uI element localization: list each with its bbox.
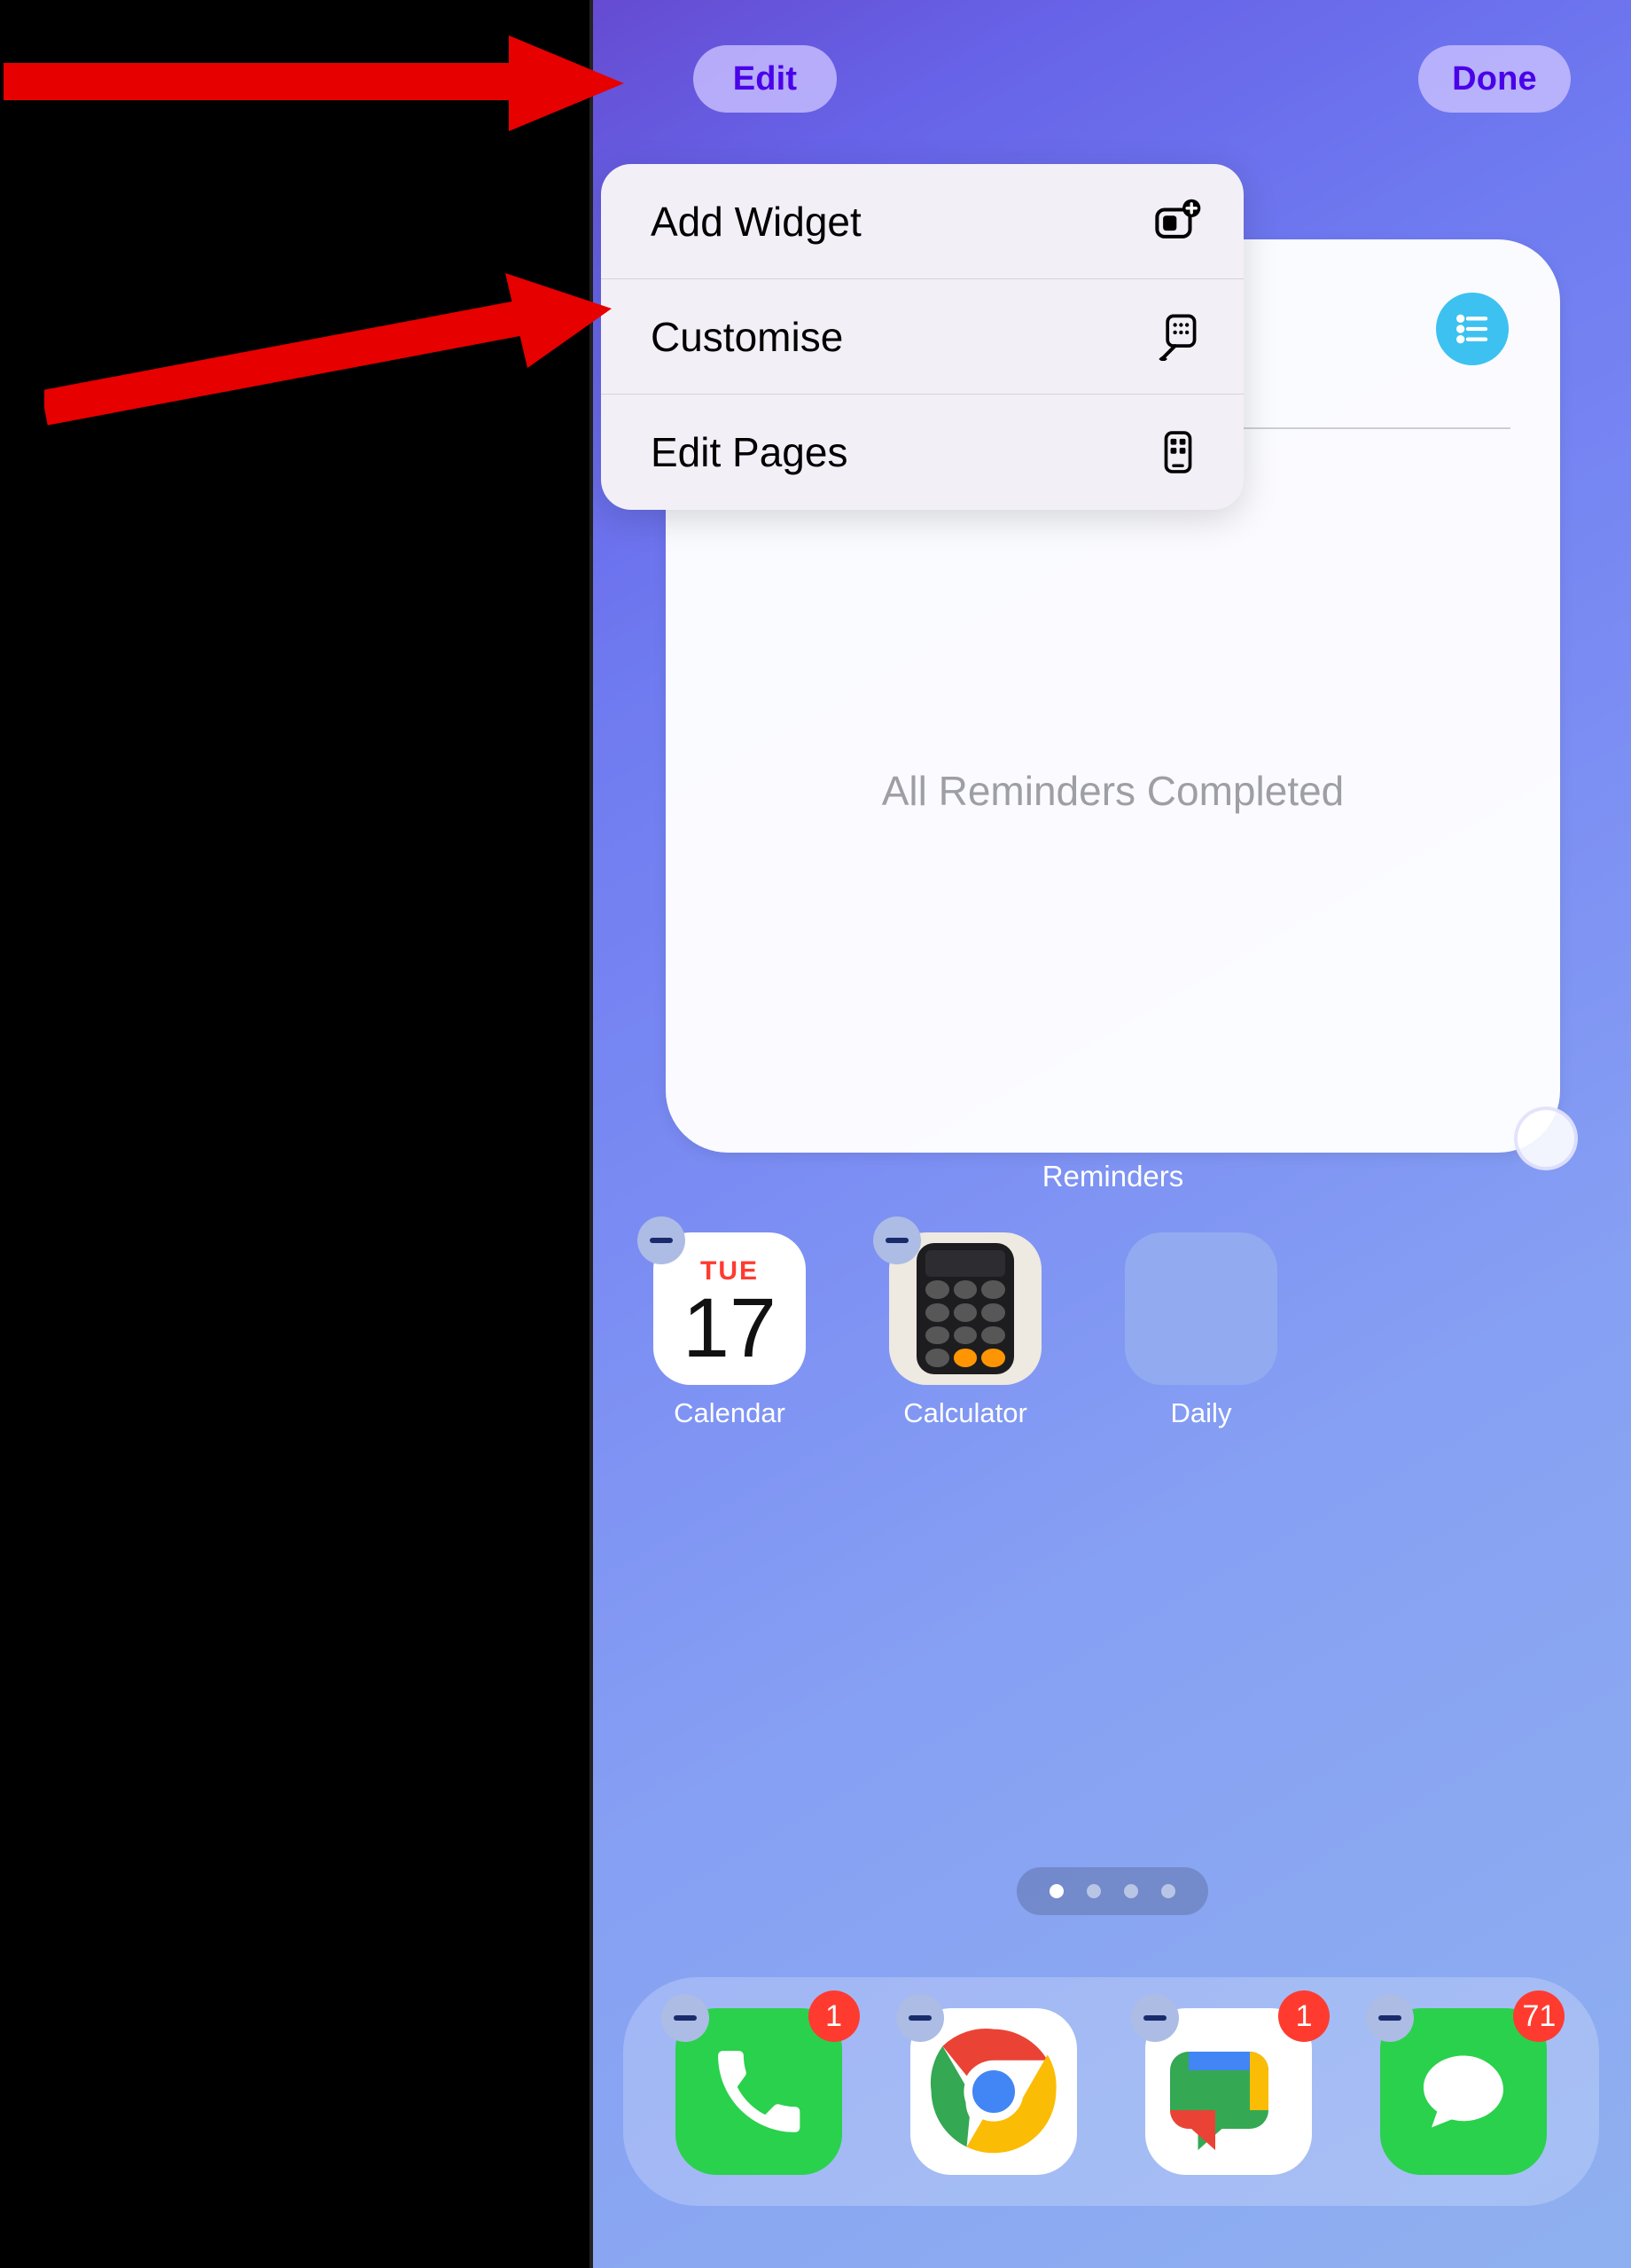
notification-badge: 1 <box>808 1990 860 2042</box>
reminders-list-icon <box>1436 293 1509 365</box>
edit-pages-icon <box>1152 426 1204 478</box>
app-calendar[interactable]: TUE 17 Calendar <box>653 1232 806 1429</box>
app-daily[interactable]: Daily <box>1125 1232 1277 1429</box>
menu-item-add-widget[interactable]: Add Widget <box>601 164 1244 279</box>
dock: 1 1 71 <box>623 1977 1599 2206</box>
reminders-completed-text: All Reminders Completed <box>666 767 1560 815</box>
app-label: Daily <box>1171 1397 1232 1429</box>
dock-app-messages[interactable]: 71 <box>1380 2008 1547 2175</box>
remove-app-button[interactable] <box>1131 1994 1179 2042</box>
notification-badge: 71 <box>1513 1990 1565 2042</box>
app-label: Calculator <box>903 1397 1027 1429</box>
remove-app-button[interactable] <box>661 1994 709 2042</box>
annotation-arrow-to-customise <box>44 266 612 426</box>
edit-context-menu: Add Widget Customise Edit Pages <box>601 164 1244 510</box>
page-dot <box>1161 1884 1175 1898</box>
remove-app-button[interactable] <box>873 1216 921 1264</box>
remove-app-button[interactable] <box>896 1994 944 2042</box>
remove-app-button[interactable] <box>1366 1994 1414 2042</box>
app-calculator[interactable]: Calculator <box>889 1232 1042 1429</box>
iphone-home-screen-edit-mode: Edit Done All Reminders Completed Remind… <box>589 0 1631 2268</box>
add-widget-icon <box>1152 196 1204 247</box>
menu-item-customise[interactable]: Customise <box>601 279 1244 395</box>
home-apps-row: TUE 17 Calendar Calculator <box>653 1232 1277 1429</box>
menu-item-edit-pages[interactable]: Edit Pages <box>601 395 1244 510</box>
page-indicator[interactable] <box>1017 1867 1208 1915</box>
notification-badge: 1 <box>1278 1990 1330 2042</box>
dock-app-phone[interactable]: 1 <box>675 2008 842 2175</box>
menu-item-label: Edit Pages <box>651 428 847 476</box>
reminders-widget-label: Reminders <box>666 1160 1560 1193</box>
calendar-day-number: 17 <box>683 1287 776 1371</box>
app-label: Calendar <box>674 1397 785 1429</box>
page-dot <box>1050 1884 1064 1898</box>
page-dot <box>1087 1884 1101 1898</box>
customise-icon <box>1152 311 1204 363</box>
menu-item-label: Add Widget <box>651 198 862 246</box>
remove-app-button[interactable] <box>637 1216 685 1264</box>
page-dot <box>1124 1884 1138 1898</box>
done-button[interactable]: Done <box>1418 45 1571 113</box>
dock-app-google-chat[interactable]: 1 <box>1145 2008 1312 2175</box>
dock-app-chrome[interactable] <box>910 2008 1077 2175</box>
daily-icon <box>1125 1232 1277 1385</box>
annotation-arrow-to-edit <box>4 27 624 142</box>
menu-item-label: Customise <box>651 313 843 361</box>
edit-button[interactable]: Edit <box>693 45 837 113</box>
